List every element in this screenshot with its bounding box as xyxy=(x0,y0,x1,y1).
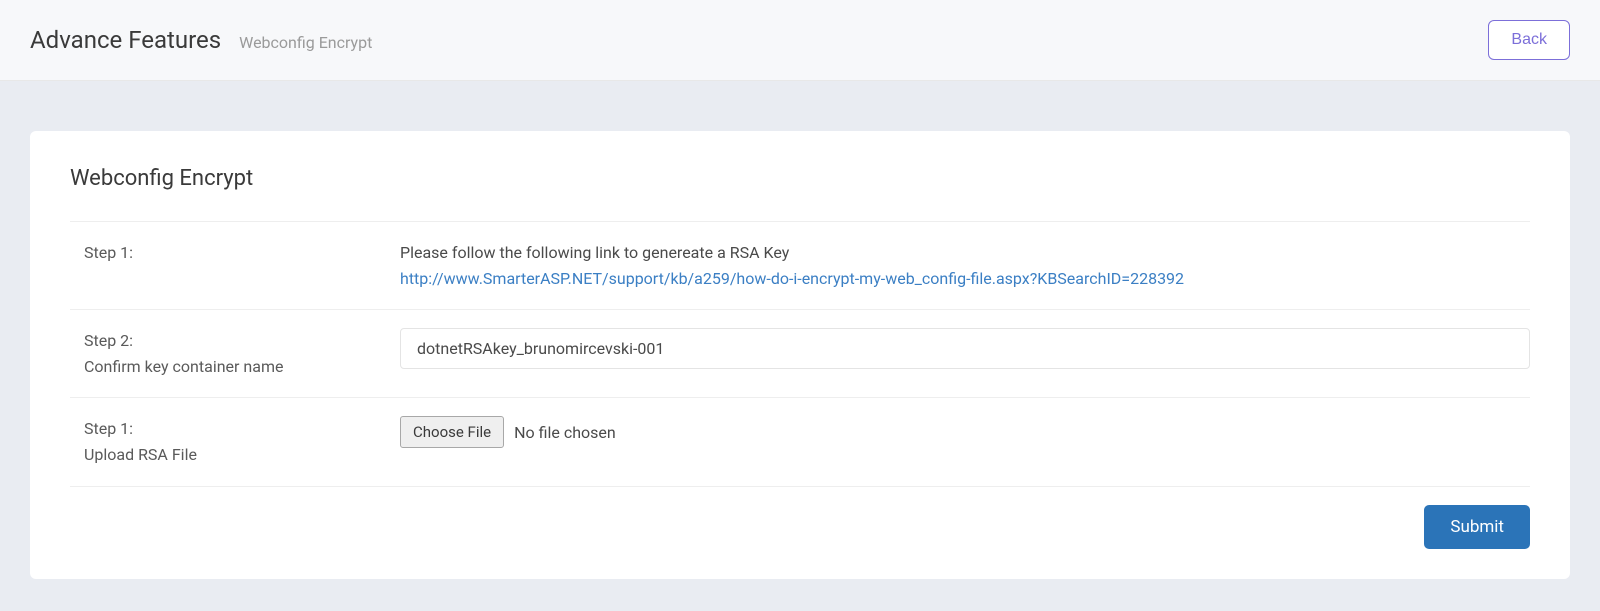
rsa-key-link[interactable]: http://www.SmarterASP.NET/support/kb/a25… xyxy=(400,269,1184,288)
step-3-label-line2: Upload RSA File xyxy=(84,445,197,464)
page-title: Advance Features xyxy=(30,26,221,54)
step-3-row: Step 1: Upload RSA File Choose File No f… xyxy=(70,397,1530,485)
step-1-text: Please follow the following link to gene… xyxy=(400,243,789,262)
back-button[interactable]: Back xyxy=(1488,20,1570,60)
step-3-label: Step 1: Upload RSA File xyxy=(70,416,400,467)
page-header: Advance Features Webconfig Encrypt Back xyxy=(0,0,1600,81)
step-1-row: Step 1: Please follow the following link… xyxy=(70,221,1530,309)
step-3-content: Choose File No file chosen xyxy=(400,416,1530,448)
file-upload-row: Choose File No file chosen xyxy=(400,416,1530,448)
webconfig-card: Webconfig Encrypt Step 1: Please follow … xyxy=(30,131,1570,579)
submit-button[interactable]: Submit xyxy=(1424,505,1530,549)
page-subtitle: Webconfig Encrypt xyxy=(239,33,372,52)
footer-row: Submit xyxy=(70,486,1530,549)
choose-file-button[interactable]: Choose File xyxy=(400,416,504,448)
header-left: Advance Features Webconfig Encrypt xyxy=(30,26,372,54)
step-1-label: Step 1: xyxy=(70,240,400,266)
card-title: Webconfig Encrypt xyxy=(70,166,1530,191)
step-1-content: Please follow the following link to gene… xyxy=(400,240,1530,291)
file-status-text: No file chosen xyxy=(514,420,616,446)
key-container-name-input[interactable] xyxy=(400,328,1530,369)
step-2-label: Step 2: Confirm key container name xyxy=(70,328,400,379)
step-2-content xyxy=(400,328,1530,369)
content-wrapper: Webconfig Encrypt Step 1: Please follow … xyxy=(0,81,1600,609)
step-3-label-line1: Step 1: xyxy=(84,419,133,438)
step-2-label-line2: Confirm key container name xyxy=(84,357,283,376)
step-2-label-line1: Step 2: xyxy=(84,331,133,350)
step-2-row: Step 2: Confirm key container name xyxy=(70,309,1530,397)
